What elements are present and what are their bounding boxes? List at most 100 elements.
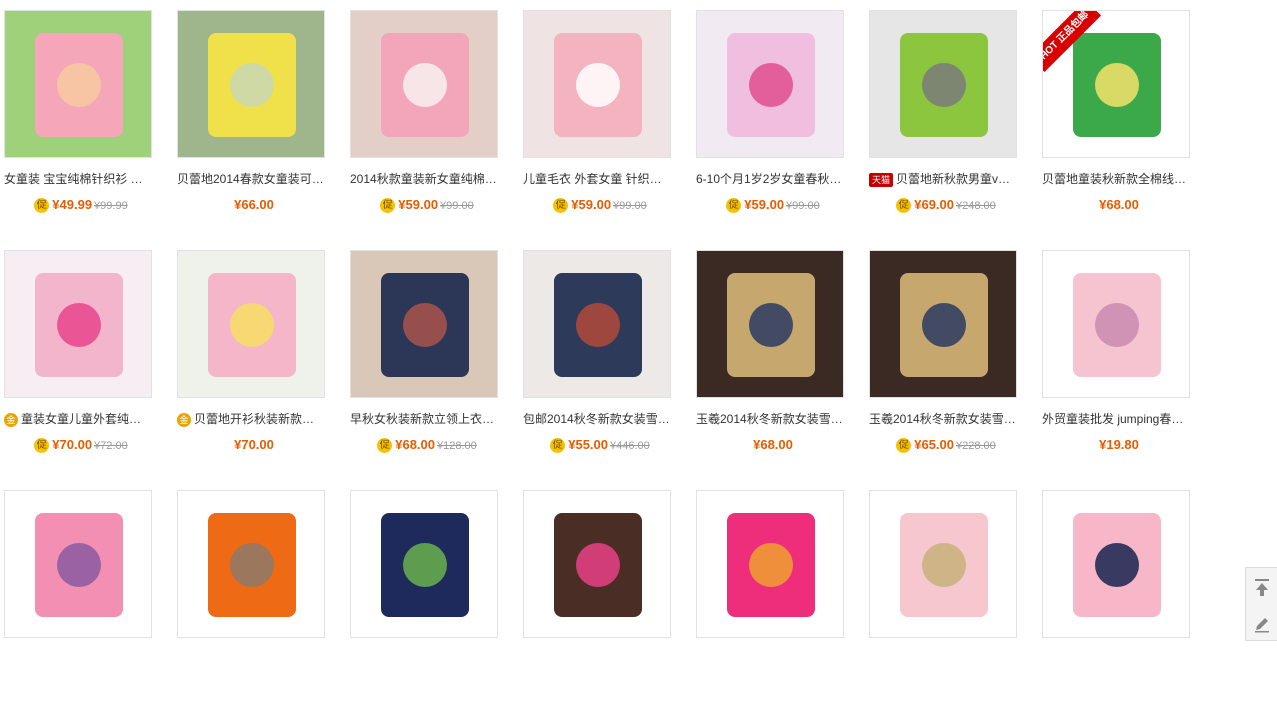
product-image[interactable] xyxy=(177,490,325,638)
product-title[interactable]: 玉羲2014秋冬新款女装雪… xyxy=(696,410,850,428)
price-row: ¥68.00 xyxy=(1042,196,1196,214)
product-card[interactable] xyxy=(869,490,1037,720)
product-card[interactable]: 儿童毛衣 外套女童 针织… 促 ¥59.00 ¥99.00 xyxy=(523,10,691,240)
product-title-text: 6-10个月1岁2岁女童春秋… xyxy=(696,172,842,186)
product-title[interactable]: 早秋女秋装新款立领上衣… xyxy=(350,410,504,428)
product-title-text: 玉羲2014秋冬新款女装雪… xyxy=(696,412,843,426)
promo-icon: 促 xyxy=(377,438,393,454)
product-title[interactable]: 天猫 贝蕾地新秋款男童v… xyxy=(869,170,1023,188)
product-title-text: 贝蕾地新秋款男童v… xyxy=(896,172,1011,186)
product-title[interactable]: 包邮2014秋冬新款女装雪… xyxy=(523,410,677,428)
product-card[interactable]: 天猫 贝蕾地新秋款男童v… 促 ¥69.00 ¥248.00 xyxy=(869,10,1037,240)
product-image[interactable] xyxy=(177,10,325,158)
product-title[interactable]: 外贸童装批发 jumping春… xyxy=(1042,410,1196,428)
product-title[interactable]: 6-10个月1岁2岁女童春秋… xyxy=(696,170,850,188)
product-card[interactable]: 女童装 宝宝纯棉针织衫 … 促 ¥49.99 ¥99.99 xyxy=(4,10,172,240)
product-card[interactable]: 金贝蕾地开衫秋装新款… ¥70.00 xyxy=(177,250,345,480)
original-price: ¥99.00 xyxy=(613,200,647,212)
promo-icon: 促 xyxy=(726,198,742,214)
product-image[interactable] xyxy=(696,10,844,158)
product-card[interactable]: 6-10个月1岁2岁女童春秋… 促 ¥59.00 ¥99.00 xyxy=(696,10,864,240)
price-row: 促 ¥68.00 ¥128.00 xyxy=(350,436,504,454)
product-image[interactable] xyxy=(4,10,152,158)
product-card[interactable]: 外贸童装批发 jumping春… ¥19.80 xyxy=(1042,250,1210,480)
product-title[interactable]: 女童装 宝宝纯棉针织衫 … xyxy=(4,170,158,188)
product-image[interactable] xyxy=(350,250,498,398)
feedback-edit-button[interactable] xyxy=(1246,606,1277,642)
arrow-up-to-top-icon xyxy=(1254,579,1269,596)
product-card[interactable]: 玉羲2014秋冬新款女装雪… 促 ¥65.00 ¥228.00 xyxy=(869,250,1037,480)
product-image[interactable] xyxy=(869,490,1017,638)
promo-icon: 促 xyxy=(34,198,50,214)
product-image[interactable] xyxy=(1042,250,1190,398)
original-price: ¥228.00 xyxy=(956,440,996,452)
promo-icon: 促 xyxy=(380,198,396,214)
product-image[interactable] xyxy=(523,10,671,158)
product-image[interactable]: HOT 正品包邮 xyxy=(1042,10,1190,158)
product-title-text: 儿童毛衣 外套女童 针织… xyxy=(523,172,662,186)
gold-seller-icon: 金 xyxy=(4,412,18,427)
product-card[interactable]: 金童装女童儿童外套纯… 促 ¥70.00 ¥72.00 xyxy=(4,250,172,480)
product-image[interactable] xyxy=(869,10,1017,158)
product-title[interactable]: 儿童毛衣 外套女童 针织… xyxy=(523,170,677,188)
product-card[interactable]: 2014秋款童装新女童纯棉… 促 ¥59.00 ¥99.00 xyxy=(350,10,518,240)
pencil-edit-icon xyxy=(1254,618,1269,633)
promo-icon: 促 xyxy=(896,438,912,454)
product-card[interactable]: 贝蕾地2014春款女童装可… ¥66.00 xyxy=(177,10,345,240)
product-grid: 女童装 宝宝纯棉针织衫 … 促 ¥49.99 ¥99.99 贝蕾地2014春款女童装可…… xyxy=(0,0,1277,641)
sale-price: ¥55.00 xyxy=(568,437,608,452)
sale-price: ¥70.00 xyxy=(52,437,93,452)
product-image[interactable] xyxy=(1042,490,1190,638)
product-card[interactable] xyxy=(350,490,518,720)
price-row: 促 ¥59.00 ¥99.00 xyxy=(696,196,850,214)
sale-price: ¥59.00 xyxy=(744,197,785,212)
floating-sidebar xyxy=(1245,567,1277,641)
product-image[interactable] xyxy=(523,250,671,398)
sale-price: ¥66.00 xyxy=(234,197,274,212)
sale-price: ¥69.00 xyxy=(914,197,954,212)
price-row: ¥19.80 xyxy=(1042,436,1196,454)
sale-price: ¥68.00 xyxy=(395,437,435,452)
product-title-text: 2014秋款童装新女童纯棉… xyxy=(350,172,497,186)
price-row: ¥70.00 xyxy=(177,436,331,454)
gold-seller-icon: 金 xyxy=(177,412,191,427)
price-row: 促 ¥69.00 ¥248.00 xyxy=(869,196,1023,214)
product-image[interactable] xyxy=(869,250,1017,398)
product-card[interactable]: 包邮2014秋冬新款女装雪… 促 ¥55.00 ¥446.00 xyxy=(523,250,691,480)
product-image[interactable] xyxy=(350,490,498,638)
product-image[interactable] xyxy=(4,250,152,398)
product-title[interactable]: 贝蕾地童装秋新款全棉线… xyxy=(1042,170,1196,188)
sale-price: ¥19.80 xyxy=(1099,437,1139,452)
product-card[interactable] xyxy=(696,490,864,720)
product-card[interactable] xyxy=(177,490,345,720)
product-card[interactable] xyxy=(523,490,691,720)
product-card[interactable]: HOT 正品包邮贝蕾地童装秋新款全棉线… ¥68.00 xyxy=(1042,10,1210,240)
price-row: 促 ¥59.00 ¥99.00 xyxy=(350,196,504,214)
product-title[interactable]: 2014秋款童装新女童纯棉… xyxy=(350,170,504,188)
product-image[interactable] xyxy=(4,490,152,638)
product-image[interactable] xyxy=(177,250,325,398)
product-card[interactable]: 玉羲2014秋冬新款女装雪… ¥68.00 xyxy=(696,250,864,480)
product-title[interactable]: 金童装女童儿童外套纯… xyxy=(4,410,158,428)
product-card[interactable] xyxy=(1042,490,1210,720)
product-title-text: 童装女童儿童外套纯… xyxy=(21,412,142,426)
product-image[interactable] xyxy=(523,490,671,638)
back-to-top-button[interactable] xyxy=(1246,570,1277,606)
price-row: 促 ¥49.99 ¥99.99 xyxy=(4,196,158,214)
product-card[interactable]: 早秋女秋装新款立领上衣… 促 ¥68.00 ¥128.00 xyxy=(350,250,518,480)
product-title[interactable]: 玉羲2014秋冬新款女装雪… xyxy=(869,410,1023,428)
original-price: ¥128.00 xyxy=(437,440,477,452)
sale-price: ¥70.00 xyxy=(234,437,274,452)
original-price: ¥72.00 xyxy=(94,440,128,452)
product-image[interactable] xyxy=(696,250,844,398)
product-card[interactable] xyxy=(4,490,172,720)
product-image[interactable] xyxy=(696,490,844,638)
sale-price: ¥59.00 xyxy=(398,197,439,212)
product-title-text: 早秋女秋装新款立领上衣… xyxy=(350,412,495,426)
product-title[interactable]: 贝蕾地2014春款女童装可… xyxy=(177,170,331,188)
product-title-text: 包邮2014秋冬新款女装雪… xyxy=(523,412,670,426)
product-title[interactable]: 金贝蕾地开衫秋装新款… xyxy=(177,410,331,428)
product-title-text: 贝蕾地2014春款女童装可… xyxy=(177,172,324,186)
product-image[interactable] xyxy=(350,10,498,158)
product-title-text: 玉羲2014秋冬新款女装雪… xyxy=(869,412,1016,426)
